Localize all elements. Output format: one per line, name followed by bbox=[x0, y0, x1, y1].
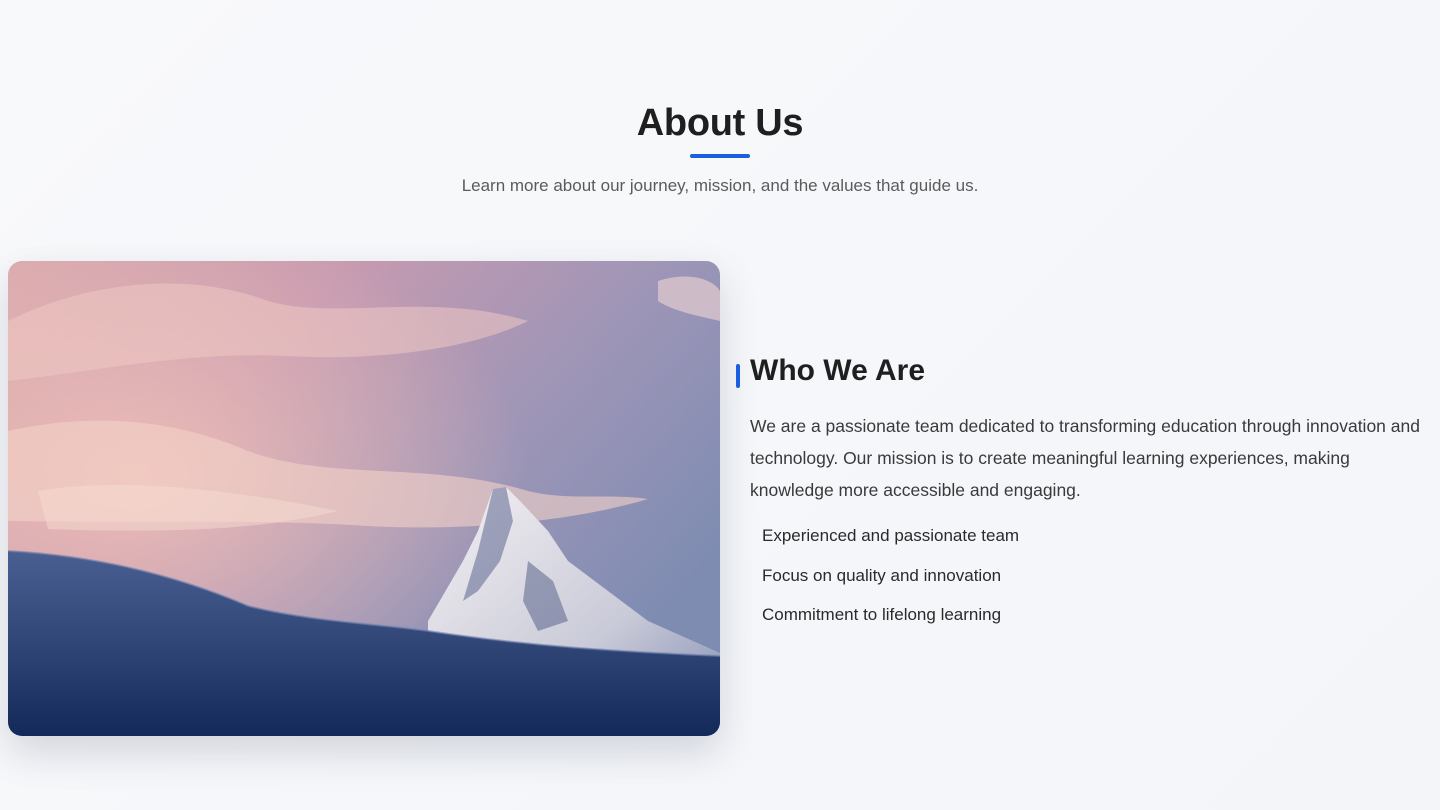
who-we-are-heading: Who We Are bbox=[750, 354, 926, 387]
title-underline bbox=[690, 154, 750, 158]
about-page: About Us Learn more about our journey, m… bbox=[0, 0, 1440, 810]
page-title: About Us bbox=[636, 102, 804, 144]
feature-list: Experienced and passionate team Focus on… bbox=[762, 524, 1432, 626]
mountain-illustration bbox=[8, 261, 720, 736]
feature-item: Focus on quality and innovation bbox=[762, 565, 1002, 585]
who-we-are-section: Who We Are We are a passionate team dedi… bbox=[736, 352, 1432, 643]
mountain-image bbox=[8, 261, 720, 736]
feature-item: Experienced and passionate team bbox=[762, 526, 1020, 545]
page-subtitle: Learn more about our journey, mission, a… bbox=[461, 176, 979, 195]
heading-accent-bar bbox=[736, 364, 740, 388]
feature-item: Commitment to lifelong learning bbox=[762, 605, 1002, 624]
who-we-are-paragraph: We are a passionate team dedicated to tr… bbox=[750, 416, 1420, 500]
section-header: About Us Learn more about our journey, m… bbox=[0, 100, 1440, 198]
who-heading-row: Who We Are bbox=[736, 352, 1432, 390]
